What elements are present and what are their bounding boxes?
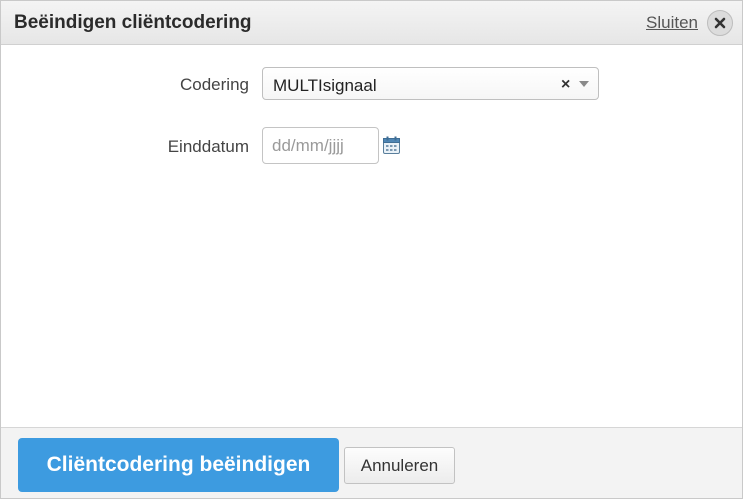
einddatum-label: Einddatum [167, 137, 249, 156]
calendar-icon[interactable] [383, 136, 400, 154]
codering-selected-value: MULTIsignaal [273, 76, 377, 95]
codering-label: Codering [180, 75, 249, 94]
close-icon [714, 17, 726, 29]
codering-select[interactable]: MULTIsignaal × [262, 67, 599, 100]
clear-selection-icon[interactable]: × [561, 76, 570, 94]
dialog-header: Beëindigen cliëntcodering Sluiten [1, 1, 742, 45]
chevron-down-icon[interactable] [579, 81, 589, 87]
cancel-button[interactable]: Annuleren [344, 447, 455, 484]
dialog-title: Beëindigen cliëntcodering [14, 12, 252, 33]
end-client-coding-button[interactable]: Cliëntcodering beëindigen [18, 438, 339, 492]
close-link[interactable]: Sluiten [646, 13, 698, 33]
dialog-footer: Cliëntcodering beëindigen Annuleren [1, 427, 742, 498]
dialog: Beëindigen cliëntcodering Sluiten Coderi… [0, 0, 743, 499]
close-button[interactable] [707, 10, 733, 36]
einddatum-input[interactable] [262, 127, 379, 164]
